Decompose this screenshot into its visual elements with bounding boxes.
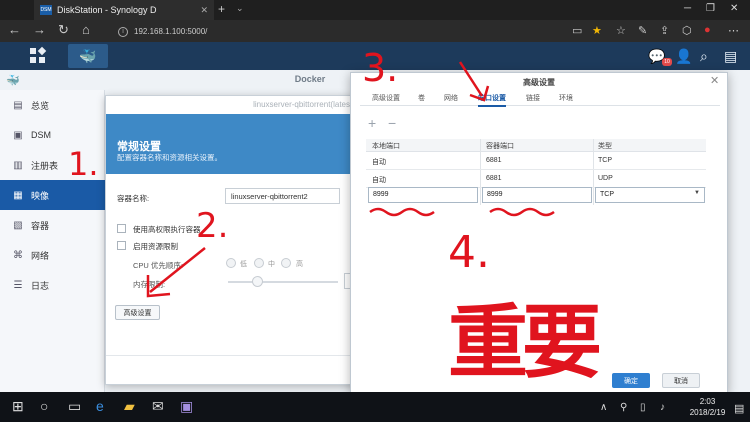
clock-time[interactable]: 2:03 — [690, 397, 725, 406]
task-view-icon[interactable]: ▭ — [68, 398, 81, 415]
store-icon[interactable]: ▣ — [180, 398, 193, 415]
annotation-strokes — [146, 61, 555, 298]
network-tray-icon[interactable]: ⚲ — [620, 402, 627, 413]
clock-date[interactable]: 2018/2/19 — [680, 408, 735, 417]
file-explorer-icon[interactable]: ▰ — [124, 398, 135, 415]
windows-taskbar — [0, 392, 750, 422]
windows-start-icon[interactable]: ⊞ — [12, 398, 24, 415]
mail-icon[interactable]: ✉ — [152, 398, 164, 415]
edge-icon[interactable]: e — [96, 398, 104, 414]
tray-chevron-icon[interactable]: ∧ — [600, 402, 607, 413]
action-center-icon[interactable]: ▤ — [734, 402, 744, 415]
volume-icon[interactable]: ♪ — [660, 402, 665, 413]
search-icon[interactable]: ○ — [40, 398, 48, 414]
battery-icon[interactable]: ▯ — [640, 402, 646, 413]
